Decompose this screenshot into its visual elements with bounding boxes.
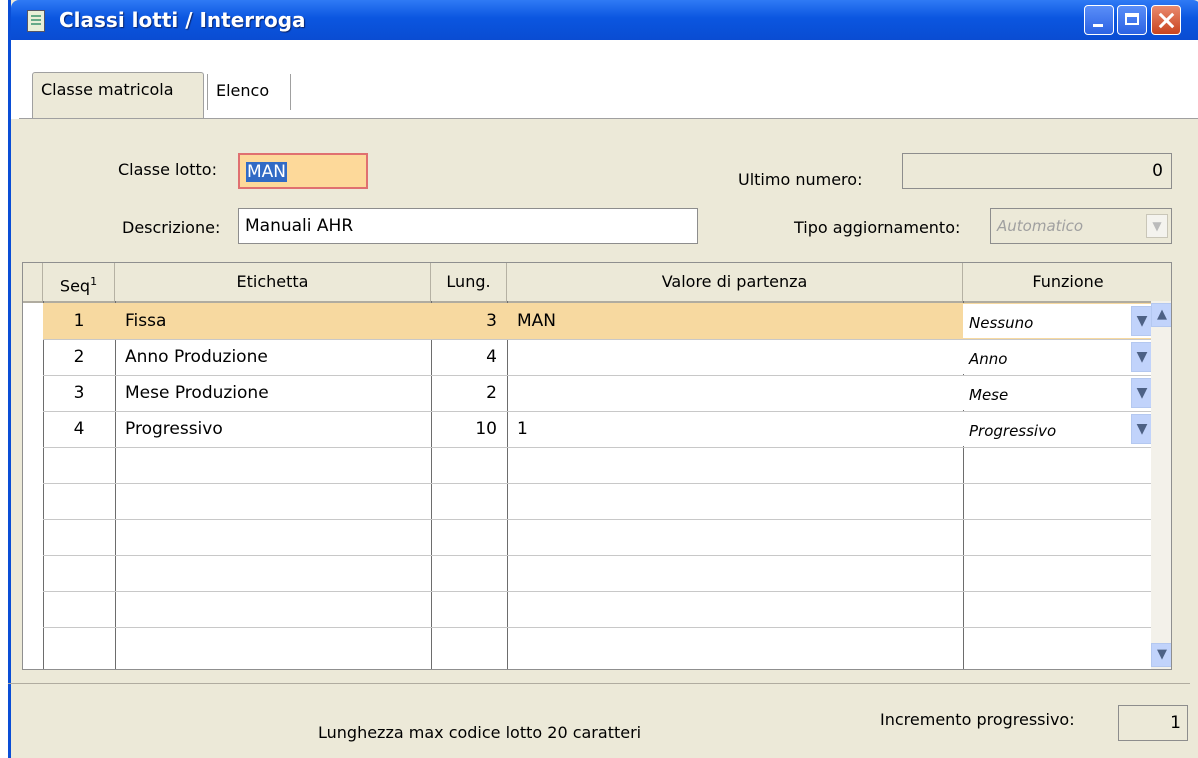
grid-divider [43, 447, 1151, 448]
funzione-select[interactable]: Mese ▼ [963, 376, 1153, 410]
col-seq-header[interactable]: Seq1 [43, 263, 115, 301]
seq-cell: 2 [73, 347, 85, 367]
seq-cell: 1 [73, 311, 85, 331]
seq-cell: 4 [73, 419, 85, 439]
valore-cell[interactable]: MAN [517, 303, 957, 339]
title-bar[interactable]: Classi lotti / Interroga [11, 0, 1198, 40]
col-funzione-header[interactable]: Funzione [963, 263, 1171, 301]
sequence-grid: Seq1 Etichetta Lung. Valore di partenza … [22, 262, 1172, 670]
etichetta-cell[interactable]: Anno Produzione [125, 339, 425, 375]
funzione-value: Nessuno [969, 314, 1034, 332]
col-valore-header[interactable]: Valore di partenza [507, 263, 963, 301]
descrizione-field[interactable]: Manuali AHR [238, 208, 698, 244]
lung-cell[interactable]: 10 [431, 411, 507, 447]
grid-divider [43, 591, 1151, 592]
valore-cell[interactable] [517, 375, 957, 411]
tipo-aggiornamento-label: Tipo aggiornamento: [794, 218, 961, 237]
ultimo-numero-label: Ultimo numero: [738, 170, 863, 189]
tipo-aggiornamento-value: Automatico [997, 217, 1084, 235]
funzione-select[interactable]: Progressivo ▼ [963, 412, 1153, 446]
scroll-down-button[interactable]: ▼ [1151, 643, 1171, 667]
chevron-down-icon[interactable]: ▼ [1131, 342, 1153, 372]
chevron-down-icon[interactable]: ▼ [1131, 414, 1153, 444]
minimize-button[interactable] [1084, 5, 1114, 35]
etichetta-cell[interactable]: Mese Produzione [125, 375, 425, 411]
funzione-value: Mese [969, 386, 1009, 404]
max-length-note: Lunghezza max codice lotto 20 caratteri [318, 723, 642, 742]
tab-elenco[interactable]: Elenco [207, 74, 291, 110]
ultimo-numero-field: 0 [902, 153, 1172, 189]
funzione-value: Anno [969, 350, 1008, 368]
grid-divider [43, 483, 1151, 484]
incremento-field: 1 [1118, 705, 1188, 741]
grid-header: Seq1 Etichetta Lung. Valore di partenza … [23, 263, 1171, 303]
etichetta-cell[interactable]: Progressivo [125, 411, 425, 447]
lung-cell[interactable]: 2 [431, 375, 507, 411]
col-seq-label: Seq [59, 276, 91, 296]
chevron-down-icon: ▼ [1146, 214, 1168, 238]
funzione-select[interactable]: Anno ▼ [963, 340, 1153, 374]
descrizione-label: Descrizione: [122, 218, 221, 237]
etichetta-cell[interactable]: Fissa [125, 303, 425, 339]
classe-lotto-label: Classe lotto: [118, 160, 217, 179]
valore-cell[interactable]: 1 [517, 411, 957, 447]
lung-cell[interactable]: 3 [431, 303, 507, 339]
close-button[interactable] [1151, 5, 1181, 35]
maximize-button[interactable] [1117, 5, 1147, 35]
sort-asc-icon: 1 [90, 275, 98, 288]
tab-classe-matricola[interactable]: Classe matricola [32, 72, 204, 120]
app-icon [27, 10, 45, 32]
tipo-aggiornamento-select: Automatico ▼ [990, 208, 1172, 244]
valore-cell[interactable] [517, 339, 957, 375]
funzione-select[interactable]: Nessuno ▼ [963, 304, 1153, 338]
chevron-down-icon[interactable]: ▼ [1131, 306, 1153, 336]
col-etichetta-header[interactable]: Etichetta [115, 263, 431, 301]
row-selector-header [23, 263, 43, 301]
seq-cell: 3 [73, 383, 85, 403]
classe-lotto-field[interactable]: MAN [238, 153, 368, 189]
incremento-label: Incremento progressivo: [880, 710, 1075, 729]
grid-divider [43, 519, 1151, 520]
scroll-up-button[interactable]: ▲ [1151, 303, 1171, 327]
grid-divider [43, 555, 1151, 556]
chevron-down-icon[interactable]: ▼ [1131, 378, 1153, 408]
vertical-scrollbar[interactable]: ▲ ▼ [1151, 301, 1171, 669]
funzione-value: Progressivo [969, 422, 1057, 440]
lung-cell[interactable]: 4 [431, 339, 507, 375]
grid-divider [43, 627, 1151, 628]
window-title: Classi lotti / Interroga [59, 8, 306, 32]
footer-divider [8, 683, 1190, 684]
col-lung-header[interactable]: Lung. [431, 263, 507, 301]
